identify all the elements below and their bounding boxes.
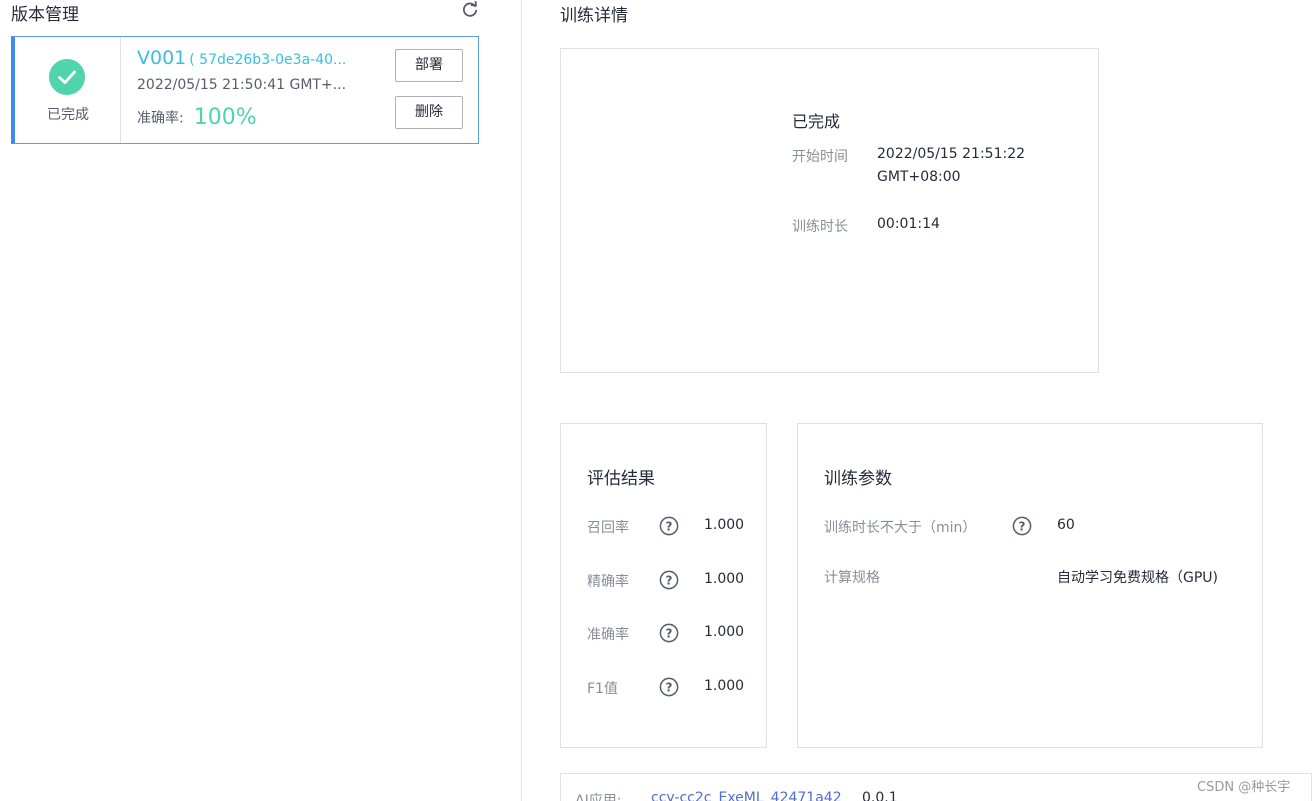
svg-text:?: ? — [666, 681, 673, 695]
question-circle-icon[interactable]: ? — [659, 623, 679, 643]
metric-value-f1: 1.000 — [704, 678, 745, 694]
duration-label: 训练时长 — [792, 219, 848, 235]
deploy-button[interactable]: 部署 — [395, 49, 463, 82]
delete-button[interactable]: 删除 — [395, 96, 463, 129]
training-params-title: 训练参数 — [824, 469, 892, 489]
metric-value-accuracy: 1.000 — [704, 624, 745, 640]
training-params-box: 训练参数 训练时长不大于（min） ? 60 计算规格 自动学习免费规格（GPU… — [797, 423, 1263, 748]
question-circle-icon[interactable]: ? — [659, 677, 679, 697]
version-number: V001 — [137, 47, 187, 69]
start-time-label: 开始时间 — [792, 149, 848, 165]
question-circle-icon[interactable]: ? — [1012, 516, 1032, 536]
svg-text:?: ? — [666, 520, 673, 534]
ai-app-version: 0.0.1 — [862, 790, 898, 801]
training-details-box: 已完成 开始时间 2022/05/15 21:51:22 GMT+08:00 训… — [560, 48, 1099, 373]
watermark: CSDN @种长宇 — [1197, 780, 1291, 795]
metric-label-f1: F1值 — [587, 681, 618, 697]
refresh-icon[interactable] — [461, 1, 479, 19]
accuracy-value: 100% — [193, 105, 257, 130]
param-label-compute-spec: 计算规格 — [824, 570, 880, 586]
svg-text:?: ? — [666, 627, 673, 641]
version-status-text: 已完成 — [47, 107, 89, 123]
metric-label-precision: 精确率 — [587, 574, 629, 590]
check-circle-icon — [49, 59, 85, 95]
svg-text:?: ? — [666, 574, 673, 588]
version-name: V001( 57de26b3-0e3a-40... — [137, 47, 346, 69]
training-details-title: 训练详情 — [560, 6, 628, 26]
training-status: 已完成 — [792, 112, 841, 131]
param-value-compute-spec: 自动学习免费规格（GPU) — [1057, 570, 1218, 586]
param-value-max-duration: 60 — [1057, 517, 1075, 533]
version-created-time: 2022/05/15 21:50:41 GMT+... — [137, 77, 347, 93]
evaluation-results-box: 评估结果 召回率 ? 1.000 精确率 ? 1.000 准确率 ? 1.000… — [560, 423, 767, 748]
duration-value: 00:01:14 — [877, 216, 940, 232]
metric-label-recall: 召回率 — [587, 520, 629, 536]
start-time-zone: GMT+08:00 — [877, 169, 961, 185]
ai-app-label: AI应用: — [575, 793, 622, 801]
version-card[interactable]: 已完成 V001( 57de26b3-0e3a-40... 2022/05/15… — [11, 36, 479, 144]
ai-app-link[interactable]: ccy-cc2c_ExeML_42471a42 — [651, 790, 842, 801]
version-status: 已完成 — [15, 37, 121, 143]
version-management-panel: 版本管理 已完成 V001( 57de26b3-0e3a-40... 2022/… — [0, 0, 522, 801]
accuracy-label: 准确率: — [137, 110, 184, 127]
start-time-value: 2022/05/15 21:51:22 GMT+08:00 — [877, 143, 1025, 189]
param-label-max-duration: 训练时长不大于（min） — [824, 520, 977, 536]
metric-value-precision: 1.000 — [704, 571, 745, 587]
question-circle-icon[interactable]: ? — [659, 570, 679, 590]
svg-text:?: ? — [1019, 520, 1026, 534]
metric-label-accuracy: 准确率 — [587, 627, 629, 643]
version-accuracy: 准确率: 100% — [137, 105, 257, 130]
version-id: ( 57de26b3-0e3a-40... — [189, 52, 347, 68]
metric-value-recall: 1.000 — [704, 517, 745, 533]
version-management-title: 版本管理 — [11, 5, 79, 25]
question-circle-icon[interactable]: ? — [659, 516, 679, 536]
evaluation-title: 评估结果 — [587, 469, 655, 489]
start-time-date: 2022/05/15 21:51:22 — [877, 146, 1026, 162]
